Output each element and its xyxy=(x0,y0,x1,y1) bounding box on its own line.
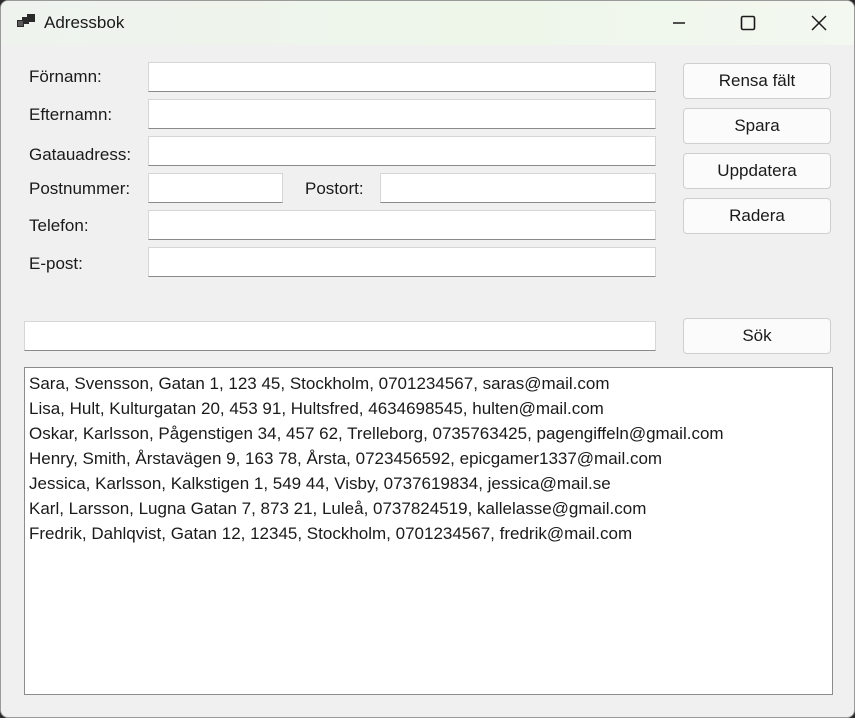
delete-button[interactable]: Radera xyxy=(683,198,831,234)
last-name-label: Efternamn: xyxy=(29,105,113,124)
city-field[interactable] xyxy=(380,173,656,203)
list-item[interactable]: Fredrik, Dahlqvist, Gatan 12, 12345, Sto… xyxy=(29,521,828,546)
phone-label: Telefon: xyxy=(29,216,89,235)
first-name-label: Förnamn: xyxy=(29,67,102,86)
minimize-button[interactable] xyxy=(656,1,702,45)
search-input[interactable] xyxy=(24,321,656,351)
search-button[interactable]: Sök xyxy=(683,318,831,354)
last-name-field[interactable] xyxy=(148,99,656,129)
email-label: E-post: xyxy=(29,254,83,273)
list-item[interactable]: Sara, Svensson, Gatan 1, 123 45, Stockho… xyxy=(29,371,828,396)
close-button[interactable] xyxy=(796,1,842,45)
postal-code-field[interactable] xyxy=(148,173,283,203)
list-item[interactable]: Lisa, Hult, Kulturgatan 20, 453 91, Hult… xyxy=(29,396,828,421)
update-button[interactable]: Uppdatera xyxy=(683,153,831,189)
street-address-field[interactable] xyxy=(148,136,656,166)
window-title: Adressbok xyxy=(44,13,125,32)
close-icon xyxy=(811,15,827,31)
maximize-icon xyxy=(740,15,756,31)
list-item[interactable]: Oskar, Karlsson, Pågenstigen 34, 457 62,… xyxy=(29,421,828,446)
city-label: Postort: xyxy=(305,179,364,198)
email-field[interactable] xyxy=(148,247,656,277)
street-address-label: Gatauadress: xyxy=(29,145,132,164)
title-bar[interactable]: Adressbok xyxy=(1,1,854,45)
list-item[interactable]: Henry, Smith, Årstavägen 9, 163 78, Årst… xyxy=(29,446,828,471)
list-item[interactable]: Karl, Larsson, Lugna Gatan 7, 873 21, Lu… xyxy=(29,496,828,521)
app-window-icon xyxy=(17,14,35,27)
postal-code-label: Postnummer: xyxy=(29,179,131,198)
minimize-icon xyxy=(673,22,685,24)
list-item[interactable]: Jessica, Karlsson, Kalkstigen 1, 549 44,… xyxy=(29,471,828,496)
clear-fields-button[interactable]: Rensa fält xyxy=(683,63,831,99)
save-button[interactable]: Spara xyxy=(683,108,831,144)
app-window: Adressbok Förnamn: Efternamn: Gatauadres… xyxy=(0,0,855,718)
maximize-button[interactable] xyxy=(725,1,771,45)
first-name-field[interactable] xyxy=(148,62,656,92)
phone-field[interactable] xyxy=(148,210,656,240)
contacts-listbox[interactable]: Sara, Svensson, Gatan 1, 123 45, Stockho… xyxy=(24,367,833,695)
